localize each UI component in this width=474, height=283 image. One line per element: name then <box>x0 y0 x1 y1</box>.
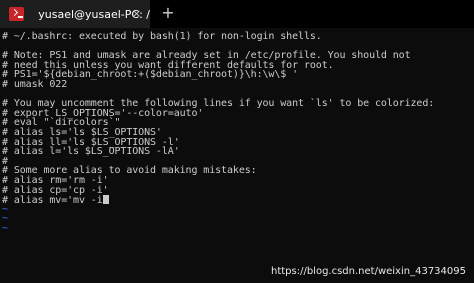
new-tab-button[interactable]: + <box>158 3 178 22</box>
terminal-lines: # ~/.bashrc: executed by bash(1) for non… <box>2 32 434 233</box>
tilde-line: ~ <box>2 213 8 225</box>
terminal-line-text: # alias mv='mv -i <box>2 195 103 207</box>
text-cursor <box>102 195 109 205</box>
terminal-area[interactable]: # ~/.bashrc: executed by bash(1) for non… <box>0 28 474 283</box>
title-bar: yusael@yusael-PC: / × + <box>0 0 474 28</box>
terminal-line: # alias l='ls $LS_OPTIONS -lA' <box>2 146 180 158</box>
terminal-line: # alias cp='cp -i' <box>2 184 109 196</box>
terminal-line: # ~/.bashrc: executed by bash(1) for non… <box>2 31 322 42</box>
terminal-icon <box>9 7 25 21</box>
tab-terminal[interactable]: yusael@yusael-PC: / × <box>0 0 150 28</box>
terminal-line-cursor: # alias mv='mv -i <box>2 195 434 207</box>
close-tab-button[interactable]: × <box>132 7 141 20</box>
watermark: https://blog.csdn.net/weixin_43734095 <box>270 266 466 277</box>
tilde-line: ~ <box>2 222 8 234</box>
tilde-line: ~ <box>2 203 8 215</box>
terminal-line: # umask 022 <box>2 78 68 90</box>
